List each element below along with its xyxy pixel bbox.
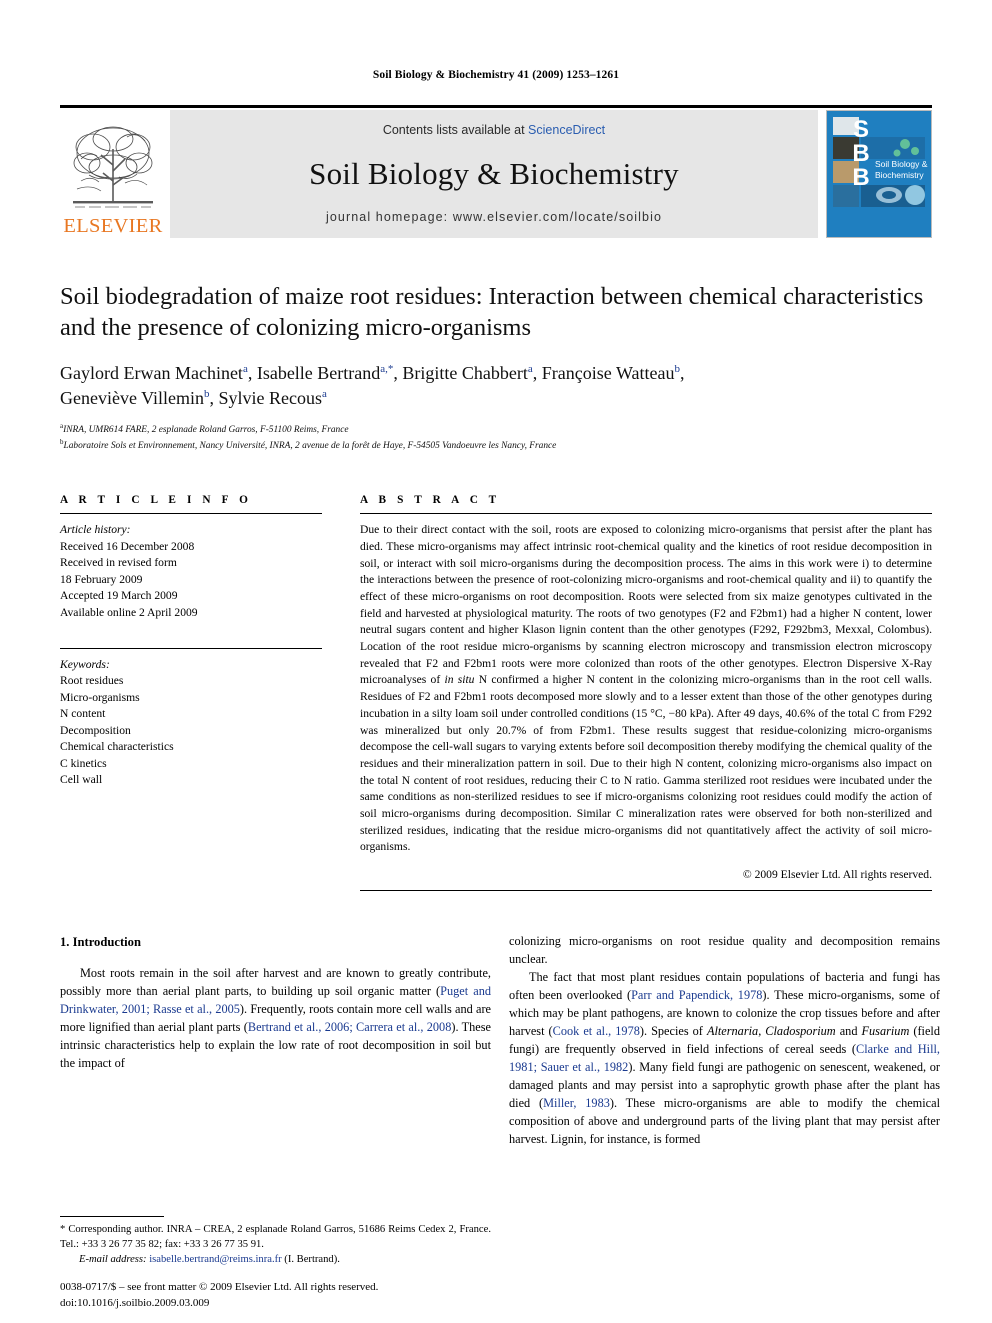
- info-abstract-region: A R T I C L E I N F O Article history: R…: [60, 494, 932, 892]
- intro-r-text-5: and: [835, 1023, 862, 1038]
- intro-continuation: colonizing micro-organisms on root resid…: [509, 934, 940, 966]
- svg-text:Biochemistry: Biochemistry: [875, 170, 924, 180]
- abstract-part-1: Due to their direct contact with the soi…: [360, 523, 932, 687]
- history-item: Available online 2 April 2009: [60, 605, 198, 619]
- author-line-2: Geneviève Villeminb, Sylvie Recousa: [60, 388, 327, 409]
- doi-line[interactable]: doi:10.1016/j.soilbio.2009.03.009: [60, 1296, 520, 1311]
- title-block: Soil biodegradation of maize root residu…: [60, 281, 932, 453]
- abstract-text: Due to their direct contact with the soi…: [360, 522, 932, 856]
- affiliation-a: aINRA, UMR614 FARE, 2 esplanade Roland G…: [60, 421, 932, 437]
- author-list: Gaylord Erwan Machineta, Isabelle Bertra…: [60, 361, 932, 412]
- species-name: Alternaria: [706, 1023, 759, 1038]
- abstract-bottom-rule: [360, 890, 932, 892]
- issn-copyright-block: 0038-0717/$ – see front matter © 2009 El…: [60, 1280, 520, 1311]
- email-suffix: (I. Bertrand).: [281, 1253, 340, 1265]
- species-name: Fusarium: [861, 1023, 910, 1038]
- history-item: Received in revised form: [60, 556, 177, 570]
- email-link[interactable]: isabelle.bertrand@reims.inra.fr: [149, 1254, 281, 1265]
- abstract-part-2: N confirmed a higher N content in the co…: [360, 673, 932, 854]
- article-info-label: A R T I C L E I N F O: [60, 494, 252, 507]
- journal-title: Soil Biology & Biochemistry: [309, 155, 679, 191]
- keyword-item: Cell wall: [60, 773, 103, 787]
- species-name: Cladosporium: [765, 1023, 836, 1038]
- elsevier-tree-icon: [67, 119, 159, 215]
- body-columns: 1. Introduction Most roots remain in the…: [60, 933, 940, 1148]
- journal-masthead: ELSEVIER Contents lists available at Sci…: [60, 110, 932, 238]
- email-label: E-mail address:: [79, 1253, 147, 1265]
- keyword-item: Chemical characteristics: [60, 740, 174, 754]
- keywords-rule: [60, 648, 322, 649]
- keyword-item: N content: [60, 707, 106, 721]
- affiliation-b-text: Laboratoire Sols et Environnement, Nancy…: [63, 441, 557, 452]
- keywords-label: Keywords:: [60, 658, 110, 671]
- elsevier-logo: ELSEVIER: [60, 110, 166, 238]
- introduction-heading: 1. Introduction: [60, 935, 141, 950]
- citation-link[interactable]: Cook et al., 1978: [553, 1024, 640, 1038]
- body-column-right: colonizing micro-organisms on root resid…: [509, 933, 940, 1148]
- article-info-column: A R T I C L E I N F O Article history: R…: [60, 494, 342, 891]
- intro-paragraph-left: Most roots remain in the soil after harv…: [60, 965, 491, 1073]
- issn-line: 0038-0717/$ – see front matter © 2009 El…: [60, 1281, 379, 1294]
- author-line-1: Gaylord Erwan Machineta, Isabelle Bertra…: [60, 362, 685, 383]
- running-head: Soil Biology & Biochemistry 41 (2009) 12…: [372, 69, 620, 81]
- sciencedirect-link[interactable]: ScienceDirect: [528, 123, 605, 137]
- affiliation-b: bLaboratoire Sols et Environnement, Nanc…: [60, 437, 932, 453]
- article-info-rule: [60, 513, 322, 515]
- svg-text:S: S: [853, 116, 869, 143]
- history-item: Accepted 19 March 2009: [60, 589, 178, 603]
- elsevier-wordmark: ELSEVIER: [63, 214, 163, 237]
- intro-text-1: Most roots remain in the soil after harv…: [60, 966, 491, 999]
- footnote-separator-rule: [60, 1215, 164, 1217]
- email-note: E-mail address: isabelle.bertrand@reims.…: [60, 1252, 491, 1267]
- citation-link[interactable]: Bertrand et al., 2006; Carrera et al., 2…: [248, 1020, 451, 1034]
- corresponding-author-note: * Corresponding author. INRA – CREA, 2 e…: [60, 1223, 491, 1250]
- masthead-top-rule: [60, 105, 932, 108]
- keywords-list: Root residues Micro-organisms N content …: [60, 673, 322, 788]
- abstract-label: A B S T R A C T: [360, 494, 501, 507]
- svg-text:B: B: [852, 164, 869, 191]
- intro-paragraph-right: The fact that most plant residues contai…: [509, 969, 940, 1149]
- keyword-item: Micro-organisms: [60, 690, 140, 704]
- page-title: Soil biodegradation of maize root residu…: [60, 283, 924, 342]
- journal-cover-thumbnail: S B B Soil Biology & Biochemistry: [826, 110, 932, 238]
- affiliation-a-text: INRA, UMR614 FARE, 2 esplanade Roland Ga…: [63, 424, 349, 435]
- intro-r-text-3: ). Species of: [639, 1023, 707, 1038]
- keyword-item: Root residues: [60, 674, 124, 688]
- contents-available-line: Contents lists available at ScienceDirec…: [383, 123, 605, 137]
- contents-prefix: Contents lists available at: [382, 123, 529, 137]
- footnote-area: * Corresponding author. INRA – CREA, 2 e…: [60, 1215, 491, 1267]
- abstract-rule: [360, 513, 932, 515]
- svg-text:Soil Biology &: Soil Biology &: [875, 159, 928, 169]
- citation-link[interactable]: Miller, 1983: [543, 1096, 610, 1110]
- article-page: Soil Biology & Biochemistry 41 (2009) 12…: [0, 0, 992, 1323]
- svg-text:B: B: [852, 140, 869, 167]
- keyword-item: C kinetics: [60, 756, 107, 770]
- article-history-label: Article history:: [60, 523, 131, 537]
- history-item: 18 February 2009: [60, 572, 143, 586]
- abstract-copyright: © 2009 Elsevier Ltd. All rights reserved…: [742, 868, 932, 882]
- affiliations: aINRA, UMR614 FARE, 2 esplanade Roland G…: [60, 421, 932, 453]
- citation-link[interactable]: Parr and Papendick, 1978: [631, 988, 762, 1002]
- history-item: Received 16 December 2008: [60, 539, 195, 553]
- article-history-list: Received 16 December 2008 Received in re…: [60, 539, 322, 621]
- abstract-italic-in-situ: in situ: [444, 673, 475, 687]
- keyword-item: Decomposition: [60, 723, 131, 737]
- masthead-banner: Contents lists available at ScienceDirec…: [170, 110, 818, 238]
- abstract-column: A B S T R A C T Due to their direct cont…: [342, 494, 932, 892]
- body-column-left: 1. Introduction Most roots remain in the…: [60, 933, 491, 1148]
- journal-homepage-link[interactable]: journal homepage: www.elsevier.com/locat…: [326, 210, 662, 224]
